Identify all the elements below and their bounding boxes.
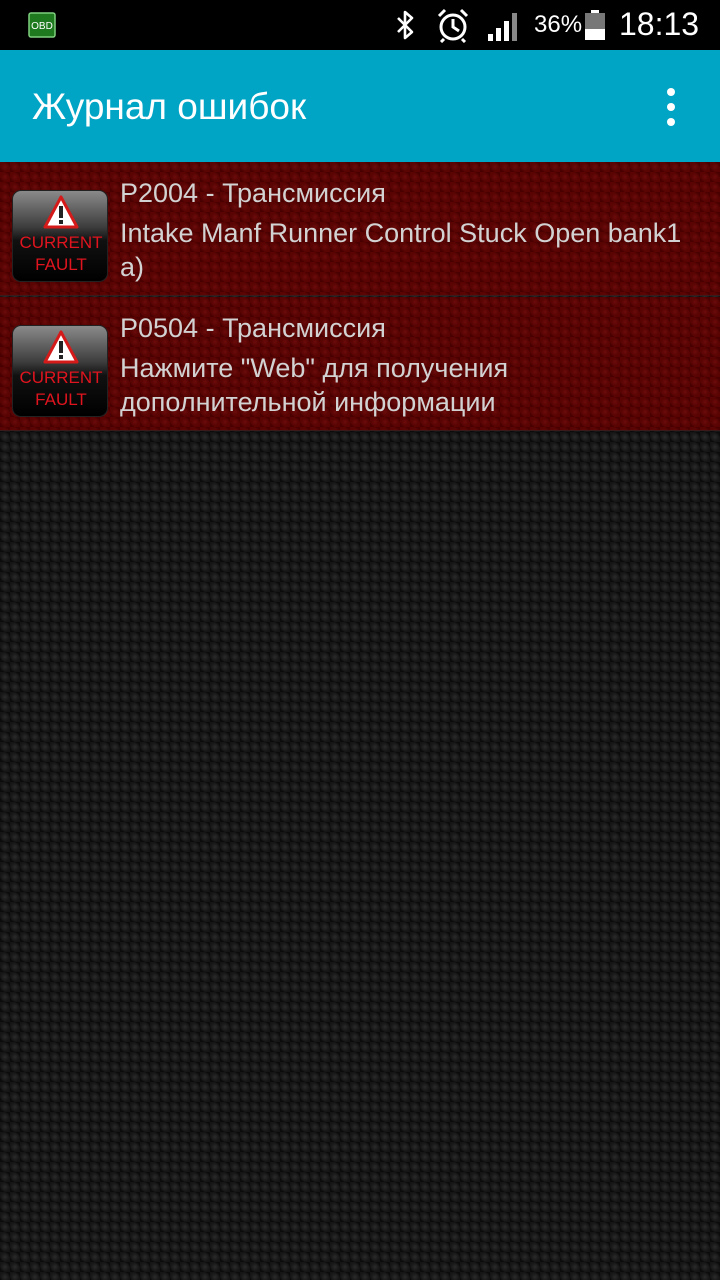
fault-list-item[interactable]: CURRENT FAULT P2004 - Трансмиссия Intake… [0, 162, 720, 296]
svg-text:OBD: OBD [31, 21, 53, 32]
signal-icon [488, 13, 517, 41]
badge-line-1: CURRENT [19, 233, 103, 252]
fault-description: Intake Manf Runner Control Stuck Open ba… [120, 218, 682, 282]
battery-icon [585, 10, 605, 40]
fault-description: Нажмите "Web" для получения дополнительн… [120, 353, 509, 417]
obd-icon: OBD [28, 12, 56, 38]
overflow-menu-icon[interactable] [650, 84, 692, 130]
battery-percent: 36% [534, 11, 583, 38]
badge-line-2: FAULT [35, 255, 87, 274]
badge-line-2: FAULT [35, 390, 87, 409]
fault-list-item[interactable]: CURRENT FAULT P0504 - Трансмиссия Нажмит… [0, 297, 720, 431]
warning-triangle-icon [43, 195, 79, 229]
status-bar: OBD 36% 18:13 [0, 0, 720, 50]
current-fault-icon: CURRENT FAULT [12, 190, 108, 282]
fault-list: CURRENT FAULT P2004 - Трансмиссия Intake… [0, 162, 720, 1280]
fault-code: P0504 - Трансмиссия [120, 313, 386, 343]
warning-triangle-icon [43, 330, 79, 364]
bluetooth-icon [397, 10, 414, 40]
fault-code: P2004 - Трансмиссия [120, 178, 386, 208]
badge-line-1: CURRENT [19, 368, 103, 387]
app-bar: Журнал ошибок [0, 50, 720, 162]
page-title: Журнал ошибок [32, 86, 307, 127]
alarm-icon [437, 8, 469, 43]
current-fault-icon: CURRENT FAULT [12, 325, 108, 417]
clock: 18:13 [619, 6, 700, 42]
